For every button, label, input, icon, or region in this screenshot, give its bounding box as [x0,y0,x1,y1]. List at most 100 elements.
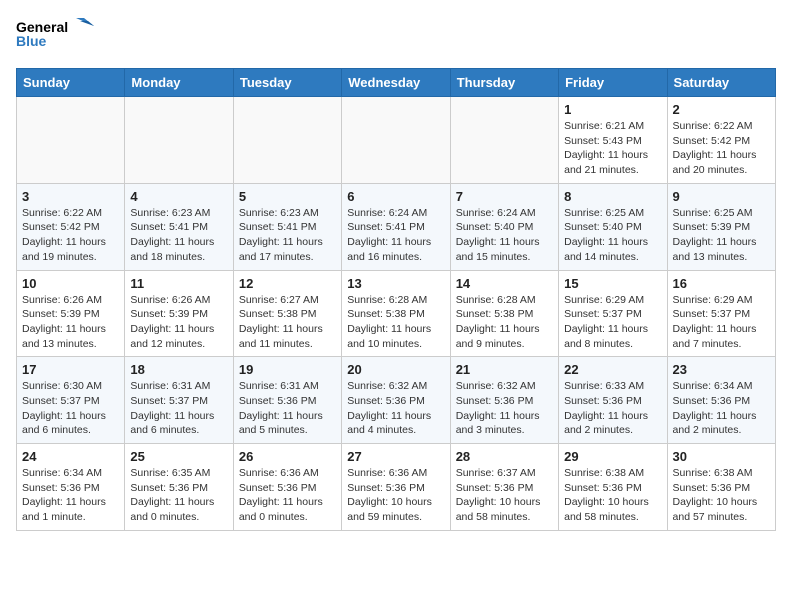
cell-info: Sunrise: 6:36 AM Sunset: 5:36 PM Dayligh… [239,466,336,525]
cell-info: Sunrise: 6:33 AM Sunset: 5:36 PM Dayligh… [564,379,661,438]
day-number: 10 [22,276,119,291]
day-number: 15 [564,276,661,291]
cell-info: Sunrise: 6:35 AM Sunset: 5:36 PM Dayligh… [130,466,227,525]
calendar-table: SundayMondayTuesdayWednesdayThursdayFrid… [16,68,776,531]
day-number: 28 [456,449,553,464]
day-number: 1 [564,102,661,117]
calendar-cell: 26 Sunrise: 6:36 AM Sunset: 5:36 PM Dayli… [233,444,341,531]
cell-info: Sunrise: 6:22 AM Sunset: 5:42 PM Dayligh… [673,119,770,178]
logo: GeneralBlue [16,16,96,58]
svg-text:Blue: Blue [16,33,47,49]
day-number: 11 [130,276,227,291]
cell-info: Sunrise: 6:30 AM Sunset: 5:37 PM Dayligh… [22,379,119,438]
calendar-week-row: 1 Sunrise: 6:21 AM Sunset: 5:43 PM Daylig… [17,97,776,184]
calendar-cell: 22 Sunrise: 6:33 AM Sunset: 5:36 PM Dayli… [559,357,667,444]
cell-info: Sunrise: 6:24 AM Sunset: 5:41 PM Dayligh… [347,206,444,265]
day-number: 14 [456,276,553,291]
cell-info: Sunrise: 6:23 AM Sunset: 5:41 PM Dayligh… [239,206,336,265]
calendar-cell: 1 Sunrise: 6:21 AM Sunset: 5:43 PM Daylig… [559,97,667,184]
day-number: 6 [347,189,444,204]
cell-info: Sunrise: 6:34 AM Sunset: 5:36 PM Dayligh… [22,466,119,525]
cell-info: Sunrise: 6:38 AM Sunset: 5:36 PM Dayligh… [564,466,661,525]
calendar-cell [233,97,341,184]
cell-info: Sunrise: 6:29 AM Sunset: 5:37 PM Dayligh… [673,293,770,352]
cell-info: Sunrise: 6:28 AM Sunset: 5:38 PM Dayligh… [347,293,444,352]
day-number: 24 [22,449,119,464]
day-number: 5 [239,189,336,204]
cell-info: Sunrise: 6:34 AM Sunset: 5:36 PM Dayligh… [673,379,770,438]
column-header-monday: Monday [125,69,233,97]
calendar-week-row: 17 Sunrise: 6:30 AM Sunset: 5:37 PM Dayli… [17,357,776,444]
calendar-cell: 9 Sunrise: 6:25 AM Sunset: 5:39 PM Daylig… [667,183,775,270]
day-number: 13 [347,276,444,291]
day-number: 18 [130,362,227,377]
day-number: 25 [130,449,227,464]
calendar-cell: 30 Sunrise: 6:38 AM Sunset: 5:36 PM Dayli… [667,444,775,531]
day-number: 22 [564,362,661,377]
cell-info: Sunrise: 6:21 AM Sunset: 5:43 PM Dayligh… [564,119,661,178]
calendar-cell: 23 Sunrise: 6:34 AM Sunset: 5:36 PM Dayli… [667,357,775,444]
calendar-cell: 15 Sunrise: 6:29 AM Sunset: 5:37 PM Dayli… [559,270,667,357]
calendar-cell: 14 Sunrise: 6:28 AM Sunset: 5:38 PM Dayli… [450,270,558,357]
day-number: 23 [673,362,770,377]
calendar-cell: 20 Sunrise: 6:32 AM Sunset: 5:36 PM Dayli… [342,357,450,444]
calendar-cell: 21 Sunrise: 6:32 AM Sunset: 5:36 PM Dayli… [450,357,558,444]
cell-info: Sunrise: 6:26 AM Sunset: 5:39 PM Dayligh… [22,293,119,352]
cell-info: Sunrise: 6:28 AM Sunset: 5:38 PM Dayligh… [456,293,553,352]
column-header-tuesday: Tuesday [233,69,341,97]
day-number: 3 [22,189,119,204]
cell-info: Sunrise: 6:26 AM Sunset: 5:39 PM Dayligh… [130,293,227,352]
calendar-cell: 16Sunrise: 6:29 AM Sunset: 5:37 PM Dayli… [667,270,775,357]
logo-svg: GeneralBlue [16,16,96,58]
cell-info: Sunrise: 6:23 AM Sunset: 5:41 PM Dayligh… [130,206,227,265]
calendar-cell: 27Sunrise: 6:36 AM Sunset: 5:36 PM Dayli… [342,444,450,531]
calendar-cell [17,97,125,184]
cell-info: Sunrise: 6:25 AM Sunset: 5:39 PM Dayligh… [673,206,770,265]
day-number: 21 [456,362,553,377]
calendar-cell: 18Sunrise: 6:31 AM Sunset: 5:37 PM Dayli… [125,357,233,444]
day-number: 2 [673,102,770,117]
calendar-cell: 5 Sunrise: 6:23 AM Sunset: 5:41 PM Daylig… [233,183,341,270]
day-number: 7 [456,189,553,204]
calendar-cell: 19 Sunrise: 6:31 AM Sunset: 5:36 PM Dayli… [233,357,341,444]
cell-info: Sunrise: 6:31 AM Sunset: 5:36 PM Dayligh… [239,379,336,438]
calendar-cell: 3 Sunrise: 6:22 AM Sunset: 5:42 PM Daylig… [17,183,125,270]
calendar-week-row: 10 Sunrise: 6:26 AM Sunset: 5:39 PM Dayli… [17,270,776,357]
column-header-wednesday: Wednesday [342,69,450,97]
calendar-cell: 10 Sunrise: 6:26 AM Sunset: 5:39 PM Dayli… [17,270,125,357]
calendar-week-row: 24 Sunrise: 6:34 AM Sunset: 5:36 PM Dayli… [17,444,776,531]
cell-info: Sunrise: 6:22 AM Sunset: 5:42 PM Dayligh… [22,206,119,265]
calendar-cell [450,97,558,184]
calendar-cell [342,97,450,184]
calendar-cell: 6 Sunrise: 6:24 AM Sunset: 5:41 PM Daylig… [342,183,450,270]
page-header: GeneralBlue [16,16,776,58]
day-number: 30 [673,449,770,464]
calendar-cell [125,97,233,184]
column-header-sunday: Sunday [17,69,125,97]
calendar-week-row: 3 Sunrise: 6:22 AM Sunset: 5:42 PM Daylig… [17,183,776,270]
calendar-cell: 28Sunrise: 6:37 AM Sunset: 5:36 PM Dayli… [450,444,558,531]
cell-info: Sunrise: 6:32 AM Sunset: 5:36 PM Dayligh… [456,379,553,438]
day-number: 20 [347,362,444,377]
cell-info: Sunrise: 6:27 AM Sunset: 5:38 PM Dayligh… [239,293,336,352]
calendar-header-row: SundayMondayTuesdayWednesdayThursdayFrid… [17,69,776,97]
calendar-cell: 25 Sunrise: 6:35 AM Sunset: 5:36 PM Dayli… [125,444,233,531]
day-number: 19 [239,362,336,377]
day-number: 8 [564,189,661,204]
calendar-cell: 17 Sunrise: 6:30 AM Sunset: 5:37 PM Dayli… [17,357,125,444]
cell-info: Sunrise: 6:29 AM Sunset: 5:37 PM Dayligh… [564,293,661,352]
calendar-cell: 2 Sunrise: 6:22 AM Sunset: 5:42 PM Daylig… [667,97,775,184]
calendar-cell: 24 Sunrise: 6:34 AM Sunset: 5:36 PM Dayli… [17,444,125,531]
calendar-cell: 12Sunrise: 6:27 AM Sunset: 5:38 PM Dayli… [233,270,341,357]
day-number: 9 [673,189,770,204]
cell-info: Sunrise: 6:38 AM Sunset: 5:36 PM Dayligh… [673,466,770,525]
day-number: 17 [22,362,119,377]
calendar-cell: 29Sunrise: 6:38 AM Sunset: 5:36 PM Dayli… [559,444,667,531]
calendar-cell: 13 Sunrise: 6:28 AM Sunset: 5:38 PM Dayli… [342,270,450,357]
calendar-cell: 7Sunrise: 6:24 AM Sunset: 5:40 PM Daylig… [450,183,558,270]
day-number: 26 [239,449,336,464]
cell-info: Sunrise: 6:32 AM Sunset: 5:36 PM Dayligh… [347,379,444,438]
column-header-saturday: Saturday [667,69,775,97]
calendar-cell: 8Sunrise: 6:25 AM Sunset: 5:40 PM Daylig… [559,183,667,270]
day-number: 4 [130,189,227,204]
